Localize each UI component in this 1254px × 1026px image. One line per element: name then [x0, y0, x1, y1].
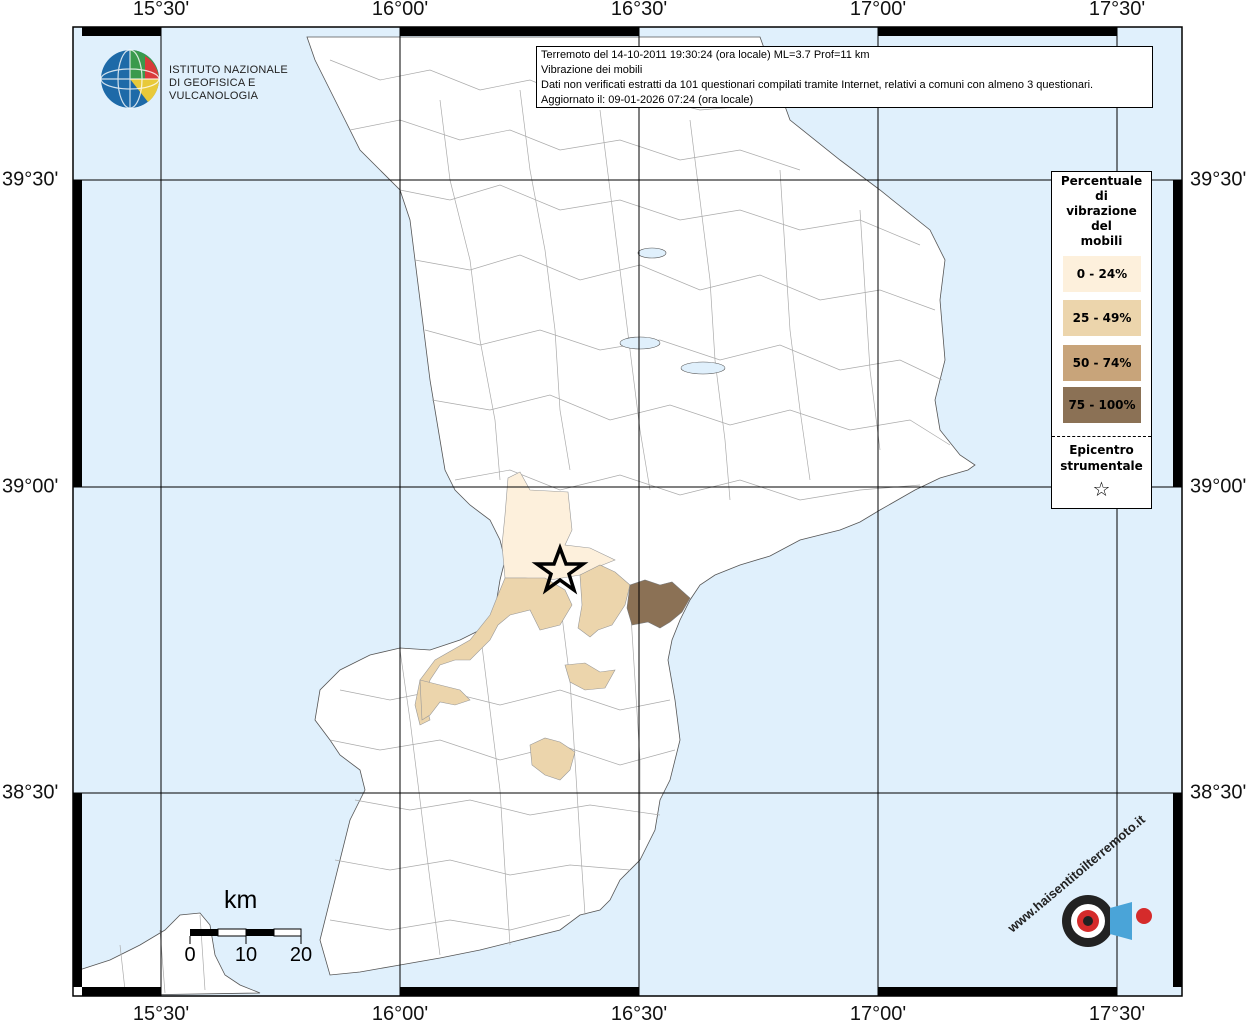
map-subject: Vibrazione dei mobili — [541, 64, 643, 76]
legend: Percentuale di vibrazione del mobili 0 -… — [1051, 171, 1152, 509]
logo-line-2: DI GEOFISICA E VULCANOLOGIA — [169, 77, 259, 102]
lon-label-top: 16°00' — [371, 0, 429, 20]
scale-tick: 0 — [184, 944, 196, 966]
lon-label-top: 17°30' — [1088, 0, 1146, 20]
lon-label-top: 15°30' — [132, 0, 190, 20]
lat-label-left: 39°00' — [2, 475, 59, 498]
scale-tick: 10 — [234, 944, 258, 966]
legend-swatch-0-24: 0 - 24% — [1063, 256, 1141, 292]
legend-title-line: mobili — [1080, 234, 1123, 248]
event-title: Terremoto del 14-10-2011 19:30:24 (ora l… — [541, 49, 870, 61]
lon-label-top: 16°30' — [610, 0, 668, 20]
lon-label-top: 17°00' — [849, 0, 907, 20]
legend-title-line: del — [1091, 219, 1112, 233]
legend-divider — [1052, 436, 1151, 437]
update-time: Aggiornato il: 09-01-2026 07:24 (ora loc… — [541, 94, 754, 106]
data-note: Dati non verificati estratti da 101 ques… — [541, 79, 1094, 91]
legend-title: Percentuale di vibrazione del mobili — [1052, 172, 1151, 249]
lon-label-bottom: 15°30' — [132, 1003, 190, 1025]
lon-label-bottom: 16°30' — [610, 1003, 668, 1025]
legend-epicenter-line: Epicentro — [1069, 443, 1134, 457]
lat-label-left: 39°30' — [2, 168, 59, 191]
ingv-logo: ISTITUTO NAZIONALE DI GEOFISICA E VULCAN… — [100, 48, 320, 110]
lat-label-left: 38°30' — [2, 781, 59, 804]
haisentito-logo: www.haisentitoilterremoto.it — [1005, 812, 1160, 986]
globe-icon — [100, 49, 160, 109]
star-icon: ☆ — [1092, 477, 1111, 501]
legend-swatch-25-49: 25 - 49% — [1063, 300, 1141, 336]
legend-epicenter-line: strumentale — [1060, 459, 1143, 473]
legend-title-line: Percentuale — [1060, 174, 1143, 188]
lake — [637, 247, 667, 259]
legend-epicenter-label: Epicentro strumentale — [1052, 442, 1151, 474]
lake — [619, 336, 661, 350]
scale-bar: km 0 10 20 — [180, 886, 340, 976]
scale-tick: 20 — [289, 944, 313, 966]
legend-title-line: vibrazione — [1066, 204, 1137, 218]
legend-swatch-50-74: 50 - 74% — [1063, 345, 1141, 381]
lat-label-right: 39°00' — [1190, 475, 1247, 498]
lat-label-right: 39°30' — [1190, 168, 1247, 191]
lon-label-bottom: 16°00' — [371, 1003, 429, 1025]
lake — [680, 361, 726, 375]
haisentito-icon — [1062, 895, 1152, 947]
lat-label-right: 38°30' — [1190, 781, 1247, 804]
scale-bar-graphic — [189, 928, 302, 944]
legend-title-line: di — [1095, 189, 1108, 203]
lon-label-bottom: 17°30' — [1088, 1003, 1146, 1025]
legend-swatch-75-100: 75 - 100% — [1063, 387, 1141, 423]
event-info-box: Terremoto del 14-10-2011 19:30:24 (ora l… — [536, 46, 1153, 108]
lon-label-bottom: 17°00' — [849, 1003, 907, 1025]
logo-line-1: ISTITUTO NAZIONALE — [169, 64, 288, 76]
